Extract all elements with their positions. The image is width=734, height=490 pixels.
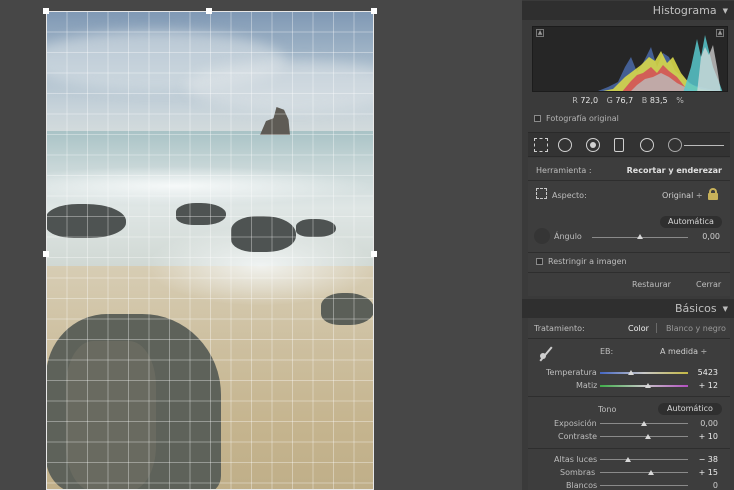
- histogram[interactable]: ▲ ▲: [532, 26, 728, 92]
- treatment-color-button[interactable]: Color: [628, 324, 649, 333]
- highlight-clip-icon[interactable]: ▲: [716, 29, 724, 37]
- radial-filter-icon[interactable]: [640, 138, 654, 152]
- tone-auto-button[interactable]: Automático: [658, 403, 722, 415]
- basic-title: Básicos: [675, 302, 717, 315]
- exposure-slider-knob[interactable]: [641, 421, 647, 426]
- original-photo-toggle[interactable]: Fotografía original: [534, 114, 619, 123]
- tool-name: Recortar y enderezar: [626, 166, 722, 175]
- divider: [528, 252, 730, 253]
- collapse-triangle-icon[interactable]: ▼: [723, 305, 728, 313]
- right-panel: Histograma ▼ ▲ ▲ R 72,0 G 76,7 B 83,5 % …: [522, 0, 734, 490]
- close-button[interactable]: Cerrar: [696, 280, 721, 289]
- g-value: 76,7: [615, 96, 634, 105]
- tint-slider-track[interactable]: [600, 385, 688, 387]
- contrast-slider-track[interactable]: [600, 436, 688, 437]
- image-canvas[interactable]: [0, 0, 520, 490]
- divider: [528, 338, 730, 339]
- divider: [528, 448, 730, 449]
- photo[interactable]: [46, 11, 374, 490]
- adjustment-brush-icon[interactable]: [668, 138, 682, 152]
- whites-slider-track[interactable]: [600, 485, 688, 486]
- exposure-label: Exposición: [554, 419, 597, 428]
- g-label: G: [606, 96, 613, 105]
- reset-button[interactable]: Restaurar: [632, 280, 671, 289]
- crop-overlay-icon[interactable]: [534, 138, 548, 152]
- highlights-slider-knob[interactable]: [625, 457, 631, 462]
- red-eye-icon[interactable]: [586, 138, 600, 152]
- eyedropper-icon[interactable]: [538, 345, 554, 362]
- crop-handle-top-left[interactable]: [43, 8, 49, 14]
- rgb-readout: R 72,0 G 76,7 B 83,5 %: [522, 96, 734, 105]
- brush-size-line: [684, 145, 724, 146]
- exposure-value[interactable]: 0,00: [700, 419, 718, 428]
- b-value: 83,5: [649, 96, 668, 105]
- highlights-slider-track[interactable]: [600, 459, 688, 460]
- percent-sign: %: [676, 96, 684, 105]
- angle-slider-knob[interactable]: [637, 234, 643, 239]
- angle-label: Ángulo: [554, 232, 582, 241]
- aspect-icon[interactable]: [536, 188, 547, 199]
- whites-value[interactable]: 0: [713, 481, 718, 490]
- histogram-graph: [598, 35, 723, 91]
- basic-header[interactable]: Básicos ▼: [522, 299, 734, 318]
- treatment-bw-button[interactable]: Blanco y negro: [666, 324, 726, 333]
- histogram-title: Histograma: [652, 4, 717, 17]
- shadows-value[interactable]: + 15: [699, 468, 718, 477]
- contrast-value[interactable]: + 10: [699, 432, 718, 441]
- divider: [528, 180, 730, 181]
- temp-slider-track[interactable]: [600, 372, 688, 374]
- b-label: B: [641, 96, 648, 105]
- spot-removal-icon[interactable]: [558, 138, 572, 152]
- original-photo-checkbox[interactable]: [534, 115, 541, 122]
- angle-value[interactable]: 0,00: [702, 232, 720, 241]
- crop-handle-top-right[interactable]: [371, 8, 377, 14]
- collapse-triangle-icon[interactable]: ▼: [723, 7, 728, 15]
- basic-panel: Tratamiento: Color Blanco y negro EB: A …: [528, 318, 730, 490]
- crop-handle-top[interactable]: [206, 8, 212, 14]
- shadow-clip-icon[interactable]: ▲: [536, 29, 544, 37]
- wb-dropdown[interactable]: A medida ÷: [660, 347, 707, 356]
- tool-strip: [528, 132, 730, 157]
- highlights-label: Altas luces: [554, 455, 598, 464]
- tint-label: Matiz: [576, 381, 598, 390]
- divider: [528, 272, 730, 273]
- r-value: 72,0: [580, 96, 599, 105]
- tone-label: Tono: [598, 405, 617, 414]
- whites-label: Blancos: [566, 481, 598, 490]
- graduated-filter-icon[interactable]: [614, 138, 624, 152]
- crop-handle-left[interactable]: [43, 251, 49, 257]
- divider: [656, 323, 657, 333]
- crop-grid-overlay: [46, 11, 374, 490]
- r-label: R: [572, 96, 578, 105]
- wb-label: EB:: [600, 347, 614, 356]
- temp-label: Temperatura: [546, 368, 597, 377]
- histogram-header[interactable]: Histograma ▼: [522, 1, 734, 20]
- constrain-label: Restringir a imagen: [548, 257, 627, 266]
- lock-icon[interactable]: [708, 188, 718, 200]
- aspect-dropdown[interactable]: Original ÷: [662, 191, 703, 200]
- temp-slider-knob[interactable]: [628, 370, 634, 375]
- treatment-label: Tratamiento:: [534, 324, 585, 333]
- original-photo-label: Fotografía original: [546, 114, 619, 123]
- constrain-checkbox[interactable]: [536, 258, 543, 265]
- shadows-label: Sombras: [560, 468, 596, 477]
- temp-value[interactable]: 5423: [698, 368, 718, 377]
- tool-label: Herramienta :: [536, 166, 592, 175]
- contrast-slider-knob[interactable]: [645, 434, 651, 439]
- crop-panel: Herramienta : Recortar y enderezar Aspec…: [528, 158, 730, 296]
- tint-slider-knob[interactable]: [645, 383, 651, 388]
- aspect-label: Aspecto:: [552, 191, 587, 200]
- angle-tool-icon[interactable]: [534, 228, 550, 244]
- tint-value[interactable]: + 12: [699, 381, 718, 390]
- auto-straighten-button[interactable]: Automática: [660, 216, 722, 228]
- shadows-slider-knob[interactable]: [648, 470, 654, 475]
- crop-handle-right[interactable]: [371, 251, 377, 257]
- shadows-slider-track[interactable]: [600, 472, 688, 473]
- divider: [528, 396, 730, 397]
- highlights-value[interactable]: − 38: [699, 455, 718, 464]
- contrast-label: Contraste: [558, 432, 598, 441]
